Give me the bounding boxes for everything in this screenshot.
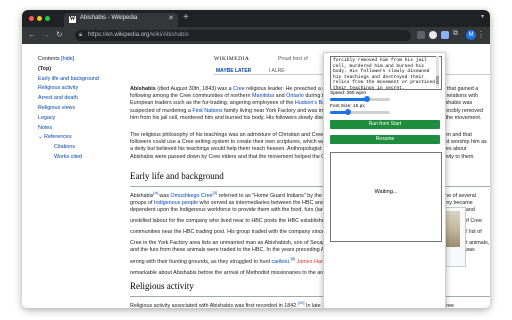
text-run: Religious activity associated with Abish… [130, 302, 298, 308]
wiki-link[interactable]: caribou [271, 258, 289, 264]
section-heading-early-life: Early life and background [130, 171, 224, 181]
toc-subitem[interactable]: Citations [38, 144, 128, 150]
text-run: Abishabis [130, 192, 154, 199]
text-run: and [274, 93, 287, 100]
banner-text: Proud host of [278, 56, 308, 62]
lock-icon: 🔒︎ [79, 32, 83, 38]
table-of-contents: Contents [hide] (Top) Early life and bac… [38, 56, 128, 164]
text-run: (died August 30th, 1843) was a [155, 86, 234, 92]
wiki-link[interactable]: Indigenous people [154, 200, 198, 206]
speed-label: Speed: 360 wpm [330, 91, 367, 96]
window-close-dot[interactable] [29, 16, 34, 21]
toc-title: Contents [hide] [38, 56, 128, 62]
toc-item[interactable]: (Top) [38, 66, 128, 72]
browser-window: W Abishabis - Wikipedia ✕ + ▾ ← → ↻ 🔒︎ h… [22, 10, 490, 308]
extension-icon[interactable] [417, 31, 425, 39]
wikimedia-logo: WIKIMEDIA [214, 56, 250, 62]
toc-item-label: References [44, 134, 72, 141]
plus-icon[interactable]: + [183, 12, 189, 23]
toc-item[interactable]: ⌄ References [38, 134, 128, 140]
textarea-scrollbar[interactable] [436, 56, 439, 88]
toc-item[interactable]: Religious activity [38, 85, 128, 91]
text-run: was [157, 192, 171, 199]
page-content: Contents [hide] (Top) Early life and bac… [22, 44, 490, 308]
reload-icon[interactable]: ↻ [56, 30, 63, 39]
close-icon[interactable]: ✕ [168, 14, 174, 22]
tab-strip: W Abishabis - Wikipedia ✕ + ▾ [22, 10, 490, 27]
arrow-left-icon[interactable]: ← [28, 30, 36, 39]
wiki-link[interactable]: Omushkego Cree [170, 193, 212, 199]
toc-subitem[interactable]: Works cited [38, 154, 128, 160]
chevron-down-icon[interactable]: ▾ [481, 13, 484, 20]
tab-title: Abishabis - Wikipedia [80, 15, 138, 21]
toc-title-text: Contents [38, 56, 60, 62]
wiki-link[interactable]: Manitoba [252, 93, 274, 99]
status-text: Waiting... [374, 189, 398, 195]
extension-icon[interactable] [441, 31, 449, 39]
extension-icon[interactable] [429, 31, 437, 39]
slider-fill [330, 98, 368, 101]
toc-item[interactable]: Early life and background [38, 76, 128, 82]
url-path: /wiki/Abishabis [149, 32, 189, 38]
wiki-link[interactable]: Cree [233, 86, 245, 92]
toc-item[interactable]: Religious views [38, 105, 128, 111]
window-minimize-dot[interactable] [37, 16, 42, 21]
section-heading-religious-activity: Religious activity [130, 281, 194, 291]
browser-toolbar: ← → ↻ 🔒︎ https://en.wikipedia.org/wiki/A… [22, 27, 490, 44]
text-run: referred to as "Home Guard Indians" by t… [217, 192, 324, 199]
kebab-menu-icon[interactable]: ⋮ [477, 30, 485, 39]
reader-display: Waiting... [330, 152, 442, 242]
wiki-link[interactable]: Ontario [286, 93, 304, 99]
bold-text: Abishabis [130, 86, 156, 92]
puzzle-icon[interactable]: ⧉ [453, 30, 458, 38]
toc-item[interactable]: Notes [38, 125, 128, 131]
toc-item[interactable]: Arrest and death [38, 95, 128, 101]
wikipedia-favicon-icon: W [69, 16, 76, 23]
font-size-slider[interactable] [330, 109, 390, 115]
reader-textarea[interactable]: forcibly removed him from his jail cell,… [330, 56, 442, 90]
resume-button[interactable]: Resume [330, 135, 440, 144]
speed-slider[interactable] [330, 96, 390, 102]
toc-item[interactable]: Legacy [38, 115, 128, 121]
wiki-link[interactable]: First Nations [192, 108, 222, 114]
avatar[interactable]: M [466, 30, 476, 40]
slider-handle[interactable] [345, 109, 351, 115]
arrow-right-icon[interactable]: → [42, 30, 50, 39]
address-bar[interactable]: 🔒︎ https://en.wikipedia.org/wiki/Abishab… [75, 30, 411, 41]
speed-reader-panel: forcibly removed him from his jail cell,… [323, 52, 446, 308]
browser-tab[interactable]: W Abishabis - Wikipedia ✕ [64, 13, 178, 27]
url-host: https://en.wikipedia.org [88, 32, 150, 38]
run-from-start-button[interactable]: Run from Start [330, 120, 440, 129]
slider-handle[interactable] [364, 96, 371, 102]
window-maximize-dot[interactable] [45, 16, 50, 21]
toc-hide-link[interactable]: [hide] [61, 56, 74, 62]
url-text: https://en.wikipedia.org/wiki/Abishabis [88, 32, 189, 38]
